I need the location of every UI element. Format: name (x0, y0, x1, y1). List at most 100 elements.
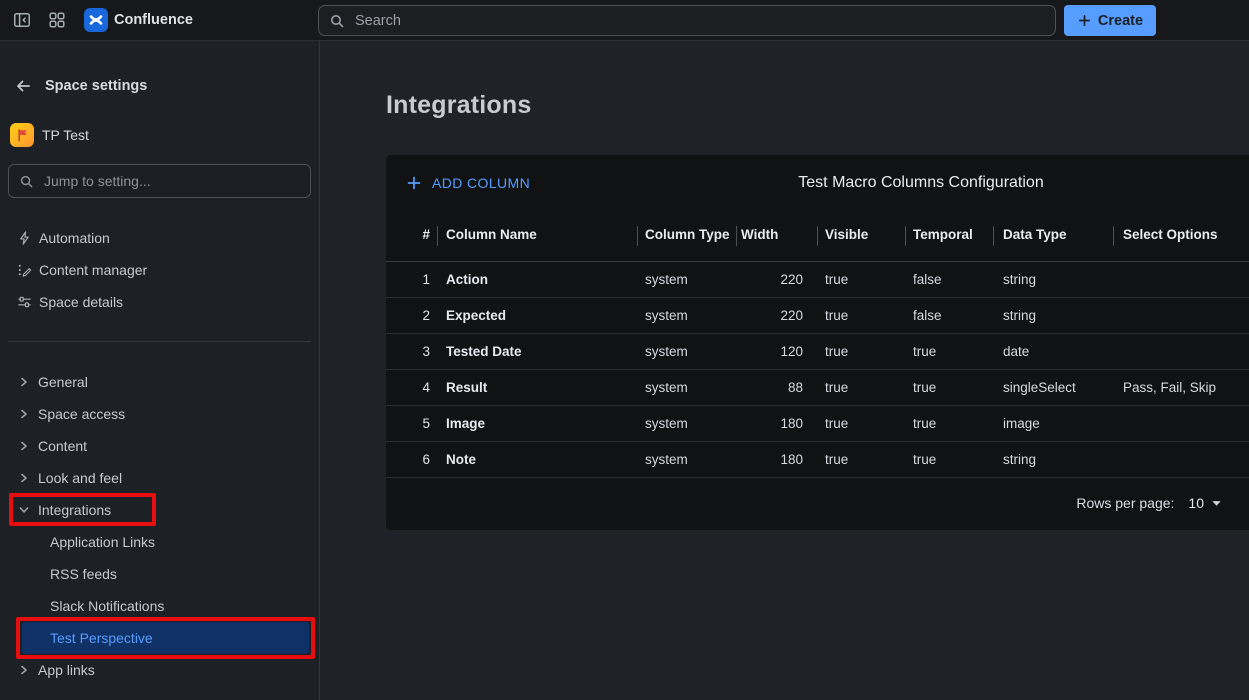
table-cell: system (637, 308, 736, 323)
header-cell: # (386, 228, 437, 243)
sidebar-item-test-perspective[interactable]: Test Perspective (22, 622, 309, 654)
table-cell: 220 (736, 308, 817, 323)
search-icon (329, 13, 345, 29)
table-body: 1Actionsystem220truefalsestring2Expected… (386, 262, 1249, 478)
table-cell: string (993, 308, 1113, 323)
global-search[interactable] (318, 5, 1056, 36)
table-cell: true (905, 344, 993, 359)
chevron-right-icon (18, 376, 30, 388)
table-cell: true (817, 380, 905, 395)
header-cell: Column Type (637, 228, 736, 243)
sliders-icon (17, 294, 32, 310)
sidebar-item-space-details[interactable]: Space details (0, 286, 319, 318)
table-cell: string (993, 452, 1113, 467)
table-cell: Pass, Fail, Skip (1113, 380, 1249, 395)
table-row: 2Expectedsystem220truefalsestring (386, 298, 1249, 334)
table-cell: true (817, 344, 905, 359)
sidebar-item-slack-notifications[interactable]: Slack Notifications (0, 590, 319, 622)
space-name: TP Test (42, 127, 89, 143)
sidebar-section-integrations[interactable]: Integrations (0, 494, 319, 526)
sidebar-divider (8, 341, 311, 342)
table-cell: 180 (736, 416, 817, 431)
sidebar-item-content-manager[interactable]: Content manager (0, 254, 319, 286)
table-cell: image (993, 416, 1113, 431)
table-cell: 220 (736, 272, 817, 287)
table-cell: 4 (386, 380, 437, 395)
plus-icon (1077, 13, 1092, 28)
table-cell: Action (437, 272, 637, 287)
table-cell: system (637, 272, 736, 287)
table-cell: 6 (386, 452, 437, 467)
table-cell: 120 (736, 344, 817, 359)
main-content: Integrations ADD COLUMN Test Macro Colum… (320, 41, 1249, 700)
sidebar-section-app-links[interactable]: App links (0, 654, 319, 686)
table-cell: singleSelect (993, 380, 1113, 395)
table-cell: Tested Date (437, 344, 637, 359)
sidebar-toggle-icon[interactable] (12, 10, 32, 30)
table-cell: Image (437, 416, 637, 431)
header-cell: Data Type (993, 228, 1113, 243)
table-cell: true (905, 380, 993, 395)
app-switcher-icon[interactable] (47, 10, 67, 30)
search-icon (19, 174, 34, 189)
jump-to-setting-field[interactable] (8, 164, 311, 198)
table-header-row: #Column NameColumn TypeWidthVisibleTempo… (386, 210, 1249, 262)
table-cell: 1 (386, 272, 437, 287)
table-cell: true (905, 416, 993, 431)
plus-icon (406, 175, 422, 191)
sidebar-section-general[interactable]: General (0, 366, 319, 398)
sidebar-section-look-and-feel[interactable]: Look and feel (0, 462, 319, 494)
content-edit-icon (17, 262, 32, 278)
table-cell: true (817, 416, 905, 431)
space-identity[interactable]: TP Test (10, 123, 319, 147)
table-cell: system (637, 344, 736, 359)
chevron-right-icon (18, 440, 30, 452)
header-cell: Temporal (905, 228, 993, 243)
search-input[interactable] (353, 12, 1045, 30)
table-row: 4Resultsystem88truetruesingleSelectPass,… (386, 370, 1249, 406)
sidebar-item-application-links[interactable]: Application Links (0, 526, 319, 558)
add-column-button[interactable]: ADD COLUMN (400, 155, 536, 210)
sidebar-utility-nav: Automation Content manager Space details (0, 222, 319, 318)
top-bar: Confluence Create (0, 0, 1249, 41)
sidebar-section-space-access[interactable]: Space access (0, 398, 319, 430)
table-cell: 5 (386, 416, 437, 431)
card-header: ADD COLUMN Test Macro Columns Configurat… (386, 155, 1249, 210)
table-pagination: Rows per page: 10 (386, 478, 1249, 528)
chevron-right-icon (18, 664, 30, 676)
sidebar-section-content[interactable]: Content (0, 430, 319, 462)
create-button[interactable]: Create (1064, 5, 1156, 36)
table-cell: 3 (386, 344, 437, 359)
columns-config-card: ADD COLUMN Test Macro Columns Configurat… (386, 155, 1249, 530)
product-name: Confluence (114, 12, 193, 28)
table-cell: system (637, 416, 736, 431)
sidebar-header: Space settings (14, 74, 319, 98)
table-cell: false (905, 308, 993, 323)
table-cell: true (817, 452, 905, 467)
table-cell: true (817, 308, 905, 323)
sidebar-item-rss-feeds[interactable]: RSS feeds (0, 558, 319, 590)
table-row: 3Tested Datesystem120truetruedate (386, 334, 1249, 370)
page-title: Integrations (386, 91, 531, 120)
chevron-right-icon (18, 472, 30, 484)
table-cell: false (905, 272, 993, 287)
rows-per-page-select[interactable]: 10 (1188, 495, 1222, 511)
table-row: 6Notesystem180truetruestring (386, 442, 1249, 478)
table-cell: system (637, 452, 736, 467)
space-avatar-flag-icon (10, 123, 34, 147)
table-cell: date (993, 344, 1113, 359)
caret-down-icon (1211, 498, 1222, 508)
table-cell: Expected (437, 308, 637, 323)
chevron-right-icon (18, 408, 30, 420)
back-arrow-icon[interactable] (14, 77, 32, 95)
chevron-down-icon (18, 504, 30, 516)
sidebar-item-automation[interactable]: Automation (0, 222, 319, 254)
jump-to-setting-input[interactable] (42, 172, 300, 190)
confluence-logo-icon (84, 8, 108, 32)
table-cell: true (905, 452, 993, 467)
table-cell: 180 (736, 452, 817, 467)
table-cell: true (817, 272, 905, 287)
table-cell: Result (437, 380, 637, 395)
lightning-icon (17, 230, 32, 246)
table-row: 5Imagesystem180truetrueimage (386, 406, 1249, 442)
